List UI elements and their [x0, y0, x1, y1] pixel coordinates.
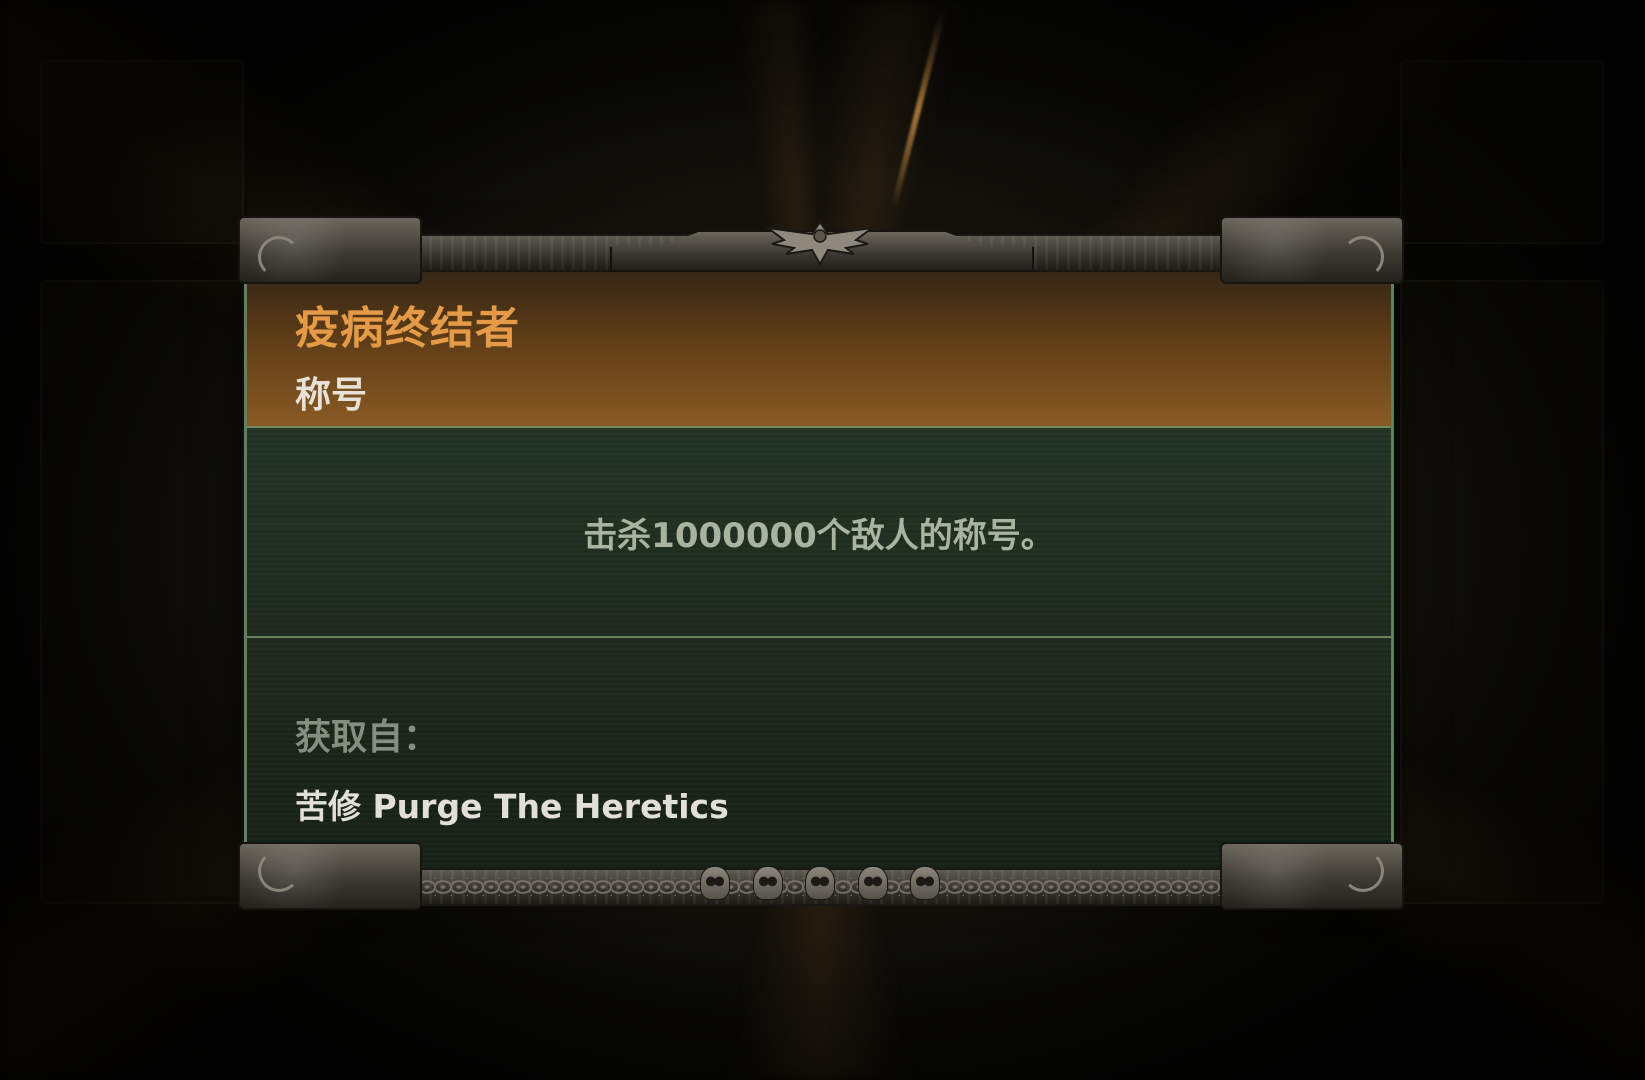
hook-ornament: [1342, 236, 1384, 278]
frame-corner-top-left: [238, 216, 422, 284]
skull-icon: [910, 866, 940, 900]
skull-icon: [805, 866, 835, 900]
game-scene: 疫病终结者 称号 击杀1000000个敌人的称号。 获取自： 苦修 Purge …: [0, 0, 1645, 1080]
frame-corner-top-right: [1220, 216, 1404, 284]
description-section: 击杀1000000个敌人的称号。: [247, 428, 1391, 638]
title-name: 疫病终结者: [295, 303, 520, 354]
frame-crest: [610, 214, 1034, 272]
hook-ornament: [1342, 850, 1384, 892]
source-value: 苦修 Purge The Heretics: [295, 787, 729, 826]
frame-corner-bottom-left: [238, 842, 422, 910]
aquila-icon: [764, 220, 876, 267]
title-reward-card: 疫病终结者 称号 击杀1000000个敌人的称号。 获取自： 苦修 Purge …: [244, 258, 1394, 878]
skull-icon: [752, 866, 783, 900]
skull-icon: [857, 866, 888, 900]
skull-ornament-row: [700, 866, 940, 902]
hook-ornament: [258, 236, 300, 278]
hook-ornament: [258, 850, 300, 892]
skull-icon: [700, 866, 730, 900]
frame-corner-bottom-right: [1220, 842, 1404, 910]
item-category: 称号: [295, 375, 368, 416]
title-description: 击杀1000000个敌人的称号。: [583, 516, 1055, 556]
card-header: 疫病终结者 称号: [247, 258, 1391, 428]
source-label: 获取自：: [295, 717, 440, 758]
